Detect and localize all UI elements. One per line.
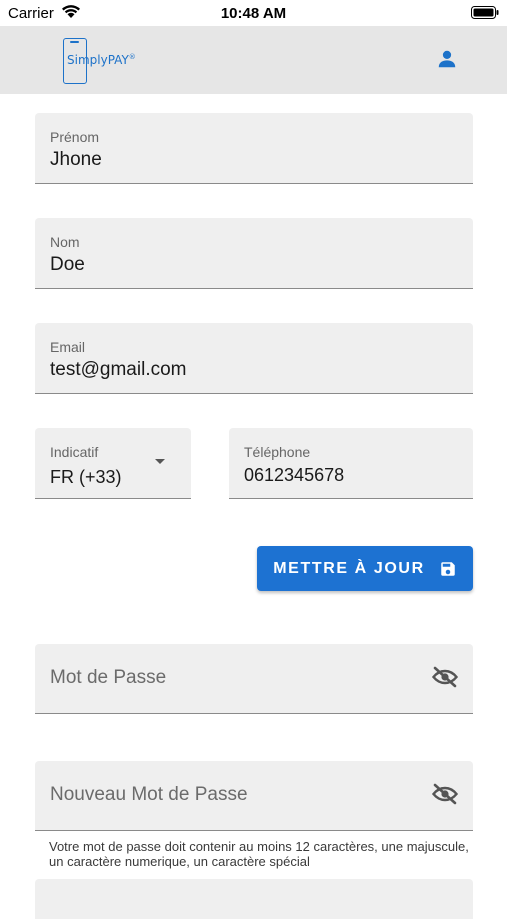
eye-off-icon — [431, 782, 459, 811]
first-name-value[interactable]: Jhone — [50, 149, 102, 171]
profile-button[interactable] — [431, 46, 463, 76]
update-button[interactable]: METTRE À JOUR — [257, 546, 473, 591]
person-icon — [436, 48, 458, 75]
battery-icon — [471, 6, 499, 19]
dial-code-value: FR (+33) — [50, 467, 122, 487]
last-name-label: Nom — [50, 234, 80, 250]
dial-code-select[interactable]: Indicatif FR (+33) — [35, 428, 191, 499]
chevron-down-icon[interactable] — [155, 459, 165, 464]
first-name-field[interactable]: Prénom Jhone — [35, 113, 473, 184]
status-bar: Carrier 10:48 AM — [0, 0, 507, 26]
phone-label: Téléphone — [244, 444, 311, 460]
save-icon — [439, 560, 457, 578]
new-password-field[interactable]: Nouveau Mot de Passe — [35, 761, 473, 831]
eye-off-icon — [431, 665, 459, 694]
password-field[interactable]: Mot de Passe — [35, 644, 473, 714]
logo-registered-mark: ® — [128, 53, 136, 61]
new-password-placeholder[interactable]: Nouveau Mot de Passe — [50, 784, 248, 806]
dial-code-label: Indicatif — [50, 444, 99, 460]
email-value[interactable]: test@gmail.com — [50, 359, 187, 381]
toggle-new-password-visibility-button[interactable] — [431, 782, 459, 811]
password-requirements-text: Votre mot de passe doit contenir au moin… — [49, 839, 469, 869]
first-name-label: Prénom — [50, 129, 100, 145]
email-field[interactable]: Email test@gmail.com — [35, 323, 473, 394]
phone-value[interactable]: 0612345678 — [244, 465, 344, 486]
last-name-value[interactable]: Doe — [50, 254, 85, 276]
logo-simply-text: Simply — [67, 53, 108, 67]
email-label: Email — [50, 339, 86, 355]
status-time: 10:48 AM — [220, 5, 287, 22]
logo-pay-text: PAY — [107, 53, 129, 67]
simplypay-logo: SimplyPAY® — [62, 37, 146, 85]
toggle-password-visibility-button[interactable] — [431, 665, 459, 694]
phone-field[interactable]: Téléphone 0612345678 — [229, 428, 473, 499]
update-button-label: METTRE À JOUR — [273, 559, 425, 577]
last-name-field[interactable]: Nom Doe — [35, 218, 473, 289]
password-placeholder[interactable]: Mot de Passe — [50, 667, 166, 689]
confirm-password-field[interactable] — [35, 879, 473, 919]
